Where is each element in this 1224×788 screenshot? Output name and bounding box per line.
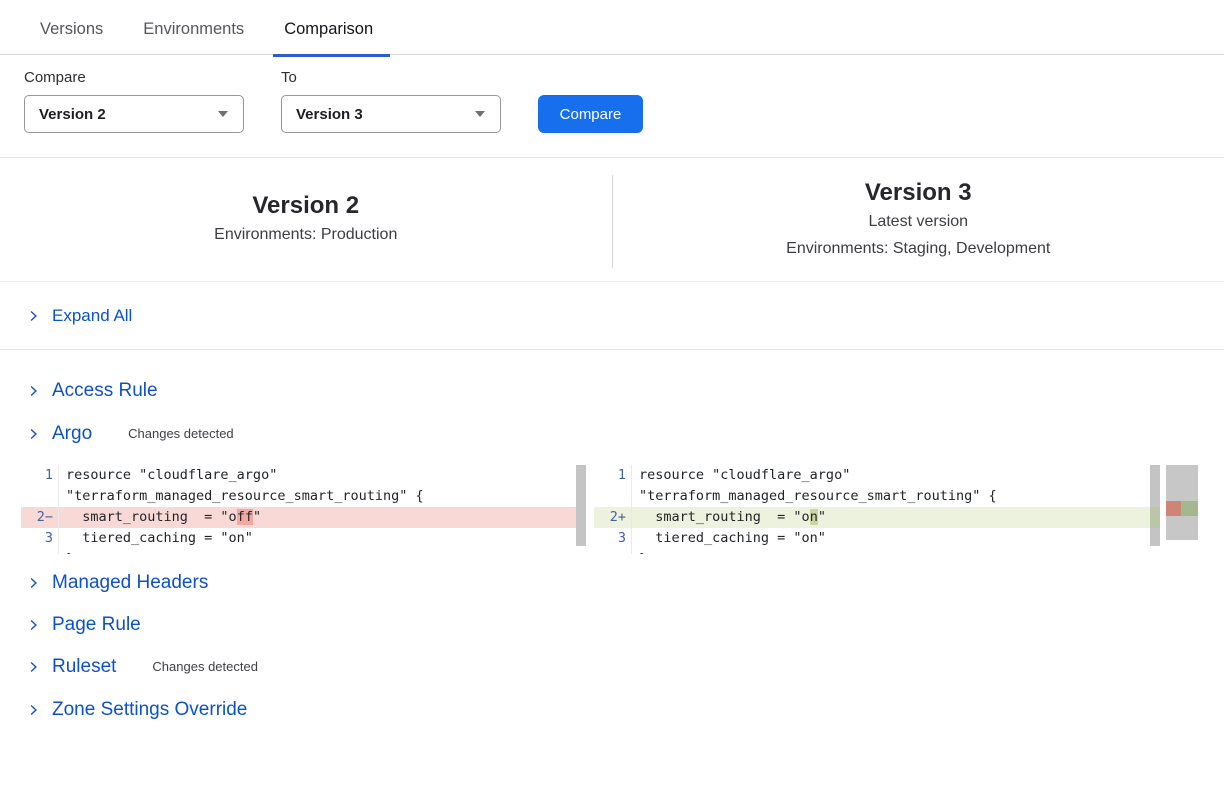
version-headers: Version 2 Environments: Production Versi… [0,157,1224,282]
diff-line: "terraform_managed_resource_smart_routin… [594,486,1160,507]
code-text: resource "cloudflare_argo" [59,465,277,486]
chevron-right-icon [27,384,40,398]
scrollbar-change-marker [1150,507,1160,528]
code-text: resource "cloudflare_argo" [632,465,850,486]
line-number: 1 [21,465,59,486]
code-text: tiered_caching = "on" [632,528,826,549]
version-left-title: Version 2 [0,191,612,221]
chevron-right-icon [27,576,40,590]
code-text-segment: " [818,509,826,525]
to-label: To [281,69,501,86]
version-right-header: Version 3 Latest version Environments: S… [613,178,1224,262]
chevron-right-icon [27,618,40,632]
compare-button[interactable]: Compare [538,95,643,133]
version-right-environments: Environments: Staging, Development [613,235,1224,262]
code-text: "terraform_managed_resource_smart_routin… [632,486,997,507]
diff-line: 1 resource "cloudflare_argo" [594,465,1160,486]
changes-detected-badge: Changes detected [128,422,234,445]
caret-down-icon [474,110,486,118]
line-number: 3 [594,528,632,549]
diff-line: 1 resource "cloudflare_argo" [21,465,586,486]
section-label: Page Rule [52,613,141,636]
section-argo[interactable]: Argo Changes detected [0,422,1224,445]
diff-view: 1 resource "cloudflare_argo" "terraform_… [21,465,1224,554]
section-label: Ruleset [52,655,116,678]
added-word: n [810,509,818,525]
line-number [594,549,632,554]
diff-line: 3 tiered_caching = "on" [594,528,1160,549]
section-label: Zone Settings Override [52,698,247,721]
tab-environments[interactable]: Environments [143,0,244,39]
diff-pane-right[interactable]: 1 resource "cloudflare_argo" "terraform_… [594,465,1160,554]
line-number [21,549,59,554]
chevron-right-icon [27,427,40,441]
code-text: } [632,549,647,554]
compare-to-select[interactable]: Version 3 [281,95,501,133]
minimap-removed-marker [1166,501,1181,516]
changes-detected-badge: Changes detected [152,655,258,678]
chevron-right-icon [27,660,40,674]
code-text: } [59,549,74,554]
section-label: Argo [52,422,92,445]
diff-line: } [594,549,1160,554]
minimap-added-marker [1181,501,1198,516]
version-right-title: Version 3 [613,178,1224,208]
compare-label: Compare [24,69,244,86]
version-left-header: Version 2 Environments: Production [0,191,612,248]
code-text-segment: smart_routing = "o [66,509,237,525]
compare-to-field: To Version 3 [281,69,501,133]
diff-line: 3 tiered_caching = "on" [21,528,586,549]
line-number: 2+ [594,507,632,528]
diff-line-removed: 2− smart_routing = "off" [21,507,586,528]
compare-from-select[interactable]: Version 2 [24,95,244,133]
line-number: 3 [21,528,59,549]
tab-comparison[interactable]: Comparison [284,0,373,39]
code-text-segment: " [253,509,261,525]
removed-word: ff [237,509,253,525]
code-text: smart_routing = "off" [59,507,261,528]
section-label: Managed Headers [52,571,208,594]
tab-versions[interactable]: Versions [40,0,103,39]
version-right-subtitle: Latest version [613,208,1224,235]
chevron-right-icon [27,703,40,717]
expand-all-label: Expand All [52,306,132,326]
comparison-page: Versions Environments Comparison Compare… [0,0,1224,721]
code-text: "terraform_managed_resource_smart_routin… [59,486,424,507]
diff-line: "terraform_managed_resource_smart_routin… [21,486,586,507]
chevron-right-icon [27,309,40,323]
section-managed-headers[interactable]: Managed Headers [0,571,1224,594]
tab-bar: Versions Environments Comparison [0,0,1224,55]
section-page-rule[interactable]: Page Rule [0,613,1224,636]
compare-controls: Compare Version 2 To Version 3 Compare [0,55,1224,133]
caret-down-icon [217,110,229,118]
section-list: Access Rule Argo Changes detected 1 reso… [0,379,1224,721]
section-ruleset[interactable]: Ruleset Changes detected [0,655,1224,678]
diff-minimap[interactable] [1166,465,1198,540]
compare-to-value: Version 3 [296,106,363,123]
scrollbar[interactable] [1150,465,1160,546]
code-text: tiered_caching = "on" [59,528,253,549]
version-left-environments: Environments: Production [0,221,612,248]
scrollbar[interactable] [576,465,586,546]
code-text: smart_routing = "on" [632,507,826,528]
code-text-segment: smart_routing = "o [639,509,810,525]
section-label: Access Rule [52,379,158,402]
diff-line: } [21,549,586,554]
compare-from-field: Compare Version 2 [24,69,244,133]
minimap-change-marker [1166,501,1198,516]
section-zone-settings-override[interactable]: Zone Settings Override [0,698,1224,721]
expand-all-button[interactable]: Expand All [0,282,1224,350]
diff-line-added: 2+ smart_routing = "on" [594,507,1160,528]
line-number: 1 [594,465,632,486]
section-access-rule[interactable]: Access Rule [0,379,1224,402]
compare-from-value: Version 2 [39,106,106,123]
line-number: 2− [21,507,59,528]
line-number [594,486,632,507]
line-number [21,486,59,507]
diff-pane-left[interactable]: 1 resource "cloudflare_argo" "terraform_… [21,465,586,554]
